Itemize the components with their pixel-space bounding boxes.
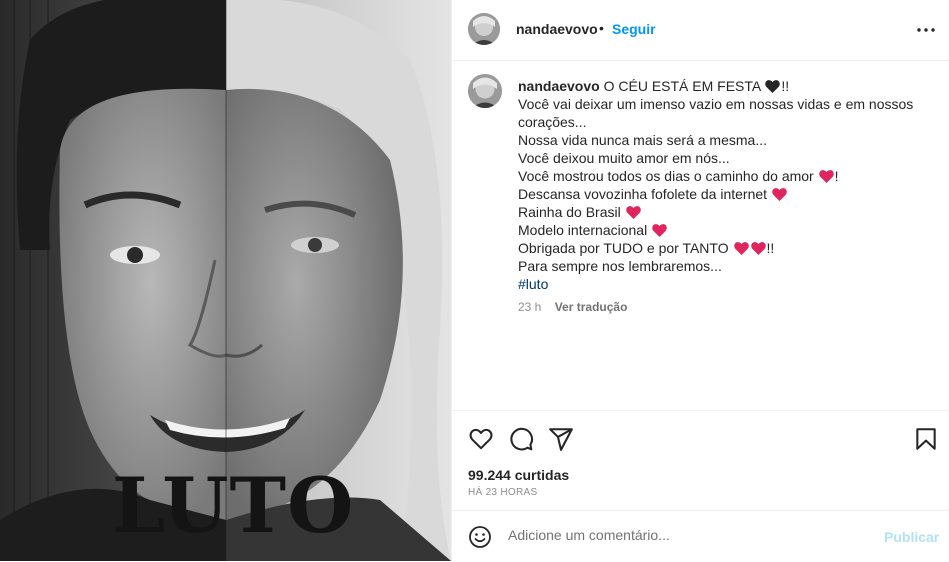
follow-button[interactable]: Seguir bbox=[612, 21, 656, 37]
comment-input[interactable] bbox=[508, 527, 868, 543]
avatar-image bbox=[468, 13, 500, 45]
caption-line-8: Modelo internacional bbox=[518, 222, 648, 238]
share-icon[interactable] bbox=[548, 426, 574, 452]
post-photo[interactable]: LUTO bbox=[0, 0, 451, 561]
avatar-image bbox=[468, 74, 502, 108]
comment-bar: Publicar bbox=[452, 510, 949, 562]
red-heart-icon bbox=[652, 224, 667, 237]
hashtag-link[interactable]: #luto bbox=[518, 275, 928, 293]
more-horizontal-icon[interactable] bbox=[914, 18, 938, 42]
red-heart-icon bbox=[625, 206, 641, 219]
caption-meta: 23 h Ver tradução bbox=[518, 300, 627, 314]
caption-username[interactable]: nandaevovo bbox=[518, 78, 600, 94]
red-heart-icon bbox=[818, 170, 834, 183]
post-timestamp: HÁ 23 HORAS bbox=[468, 487, 538, 498]
red-heart-icon bbox=[750, 242, 766, 255]
publish-button[interactable]: Publicar bbox=[884, 529, 939, 545]
caption-line-1: O CÉU ESTÁ EM FESTA bbox=[603, 78, 761, 94]
likes-count[interactable]: 99.244 curtidas bbox=[468, 467, 569, 483]
caption-line-9: Obrigada por TUDO e por TANTO bbox=[518, 240, 729, 256]
black-heart-icon bbox=[765, 80, 781, 93]
caption-line-2: Você vai deixar um imenso vazio em nossa… bbox=[518, 96, 914, 130]
red-heart-icon bbox=[772, 188, 787, 201]
post-actions: 99.244 curtidas HÁ 23 HORAS bbox=[452, 410, 949, 511]
post-modal: LUTO nandaevovo • Seguir nandaevovo O CÉ… bbox=[0, 0, 949, 561]
caption-line-5: Você mostrou todos os dias o caminho do … bbox=[518, 168, 814, 184]
post-header: nandaevovo • Seguir bbox=[452, 0, 949, 61]
caption-line-6: Descansa vovozinha fofolete da internet bbox=[518, 186, 768, 202]
red-heart-icon bbox=[733, 242, 749, 255]
caption-line-10: Para sempre nos lembraremos... bbox=[518, 258, 722, 274]
exclaim-text: !! bbox=[781, 78, 790, 94]
post-details-panel: nandaevovo • Seguir nandaevovo O CÉU EST… bbox=[451, 0, 949, 561]
avatar[interactable] bbox=[468, 13, 500, 45]
overlay-text: LUTO bbox=[112, 461, 355, 550]
caption-time: 23 h bbox=[518, 300, 542, 314]
header-username[interactable]: nandaevovo bbox=[516, 21, 598, 37]
emoji-icon[interactable] bbox=[468, 525, 492, 549]
exclaim-text: ! bbox=[834, 168, 839, 184]
bookmark-icon[interactable] bbox=[913, 426, 939, 452]
caption-line-4: Você deixou muito amor em nós... bbox=[518, 150, 730, 166]
comment-icon[interactable] bbox=[508, 426, 534, 452]
exclaim-text: !! bbox=[766, 240, 775, 256]
translate-button[interactable]: Ver tradução bbox=[555, 300, 628, 314]
heart-icon[interactable] bbox=[468, 426, 494, 452]
caption-line-3: Nossa vida nunca mais será a mesma... bbox=[518, 132, 767, 148]
caption-avatar[interactable] bbox=[468, 74, 502, 108]
caption-line-7: Rainha do Brasil bbox=[518, 204, 621, 220]
post-caption: nandaevovo O CÉU ESTÁ EM FESTA !! Você v… bbox=[518, 77, 928, 293]
separator-dot: • bbox=[599, 20, 604, 36]
